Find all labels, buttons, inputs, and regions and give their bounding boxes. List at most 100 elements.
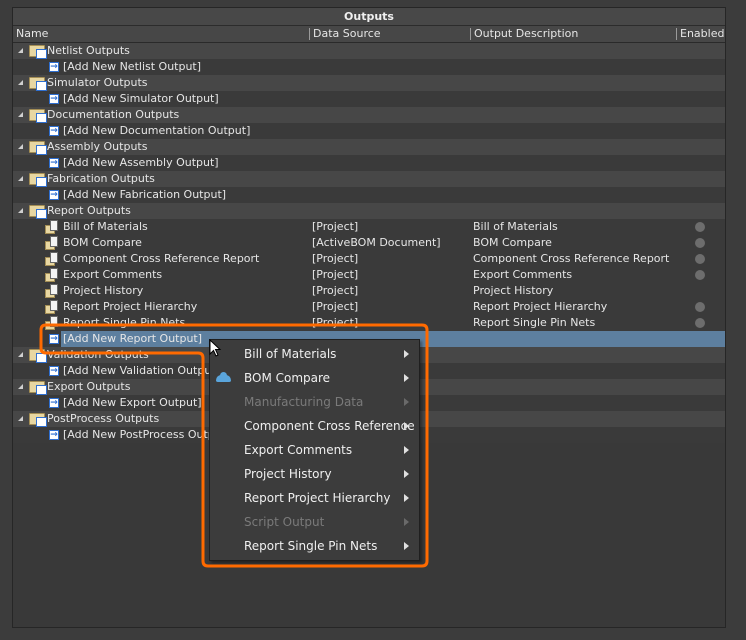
add-output-row[interactable]: → [Add New Documentation Output] <box>13 123 725 139</box>
output-item[interactable]: Export Comments [Project] Export Comments <box>13 267 725 283</box>
menu-item-report-project-hierarchy[interactable]: Report Project Hierarchy <box>210 486 419 510</box>
menu-item-label: Export Comments <box>244 443 353 457</box>
expand-triangle-icon[interactable] <box>18 208 23 213</box>
column-output-description[interactable]: Output Description <box>470 28 578 40</box>
output-data-source: [Project] <box>312 316 359 329</box>
expand-triangle-icon[interactable] <box>18 80 23 85</box>
submenu-arrow-icon <box>404 350 409 358</box>
enabled-toggle[interactable] <box>695 222 705 232</box>
add-icon: → <box>49 62 59 72</box>
expand-triangle-icon[interactable] <box>18 384 23 389</box>
group-label: Netlist Outputs <box>47 44 130 57</box>
output-name: Export Comments <box>63 268 163 281</box>
menu-item-bill-of-materials[interactable]: Bill of Materials <box>210 342 419 366</box>
menu-item-export-comments[interactable]: Export Comments <box>210 438 419 462</box>
folder-icon <box>29 349 47 363</box>
add-output-row[interactable]: → [Add New Fabrication Output] <box>13 187 725 203</box>
submenu-arrow-icon <box>404 542 409 550</box>
column-data-source[interactable]: Data Source <box>309 28 381 40</box>
report-document-icon <box>45 300 59 314</box>
add-icon: → <box>49 126 59 136</box>
menu-item-label: Component Cross Reference <box>244 419 415 433</box>
output-data-source: [Project] <box>312 284 359 297</box>
output-name: Project History <box>63 284 144 297</box>
output-item[interactable]: Report Single Pin Nets [Project] Report Si… <box>13 315 725 331</box>
submenu-arrow-icon <box>404 470 409 478</box>
output-description: Project History <box>473 284 554 297</box>
output-item[interactable]: Project History [Project] Project History <box>13 283 725 299</box>
output-item[interactable]: Component Cross Reference Report [Project… <box>13 251 725 267</box>
output-data-source: [Project] <box>312 252 359 265</box>
menu-item-manufacturing-data: Manufacturing Data <box>210 390 419 414</box>
output-name: Report Project Hierarchy <box>63 300 198 313</box>
output-item[interactable]: BOM Compare [ActiveBOM Document] BOM Compa… <box>13 235 725 251</box>
report-document-icon <box>45 252 59 266</box>
output-description: Report Single Pin Nets <box>473 316 596 329</box>
expand-triangle-icon[interactable] <box>18 176 23 181</box>
add-output-label: [Add New Report Output] <box>63 332 203 345</box>
add-icon: → <box>49 190 59 200</box>
enabled-toggle[interactable] <box>695 318 705 328</box>
folder-icon <box>29 413 47 427</box>
add-output-label: [Add New Assembly Output] <box>63 156 219 169</box>
tree-group-2[interactable]: Documentation Outputs <box>13 107 725 123</box>
add-output-label: [Add New PostProcess Output] <box>63 428 231 441</box>
expand-triangle-icon[interactable] <box>18 144 23 149</box>
group-label: Simulator Outputs <box>47 76 148 89</box>
menu-item-component-cross-reference[interactable]: Component Cross Reference <box>210 414 419 438</box>
add-output-label: [Add New Validation Output] <box>63 364 220 377</box>
add-icon: → <box>49 334 59 344</box>
add-output-label: [Add New Export Output] <box>63 396 202 409</box>
submenu-arrow-icon <box>404 494 409 502</box>
tree-group-3[interactable]: Assembly Outputs <box>13 139 725 155</box>
tree-group-5[interactable]: Report Outputs <box>13 203 725 219</box>
panel-title: Outputs <box>13 8 725 26</box>
folder-icon <box>29 45 47 59</box>
output-name: BOM Compare <box>63 236 142 249</box>
report-document-icon <box>45 236 59 250</box>
enabled-toggle[interactable] <box>695 238 705 248</box>
expand-triangle-icon[interactable] <box>18 48 23 53</box>
expand-triangle-icon[interactable] <box>18 416 23 421</box>
add-output-label: [Add New Documentation Output] <box>63 124 251 137</box>
menu-item-bom-compare[interactable]: BOM Compare <box>210 366 419 390</box>
enabled-toggle[interactable] <box>695 254 705 264</box>
menu-item-project-history[interactable]: Project History <box>210 462 419 486</box>
expand-triangle-icon[interactable] <box>18 352 23 357</box>
column-enabled[interactable]: Enabled <box>676 28 724 40</box>
expand-triangle-icon[interactable] <box>18 112 23 117</box>
tree-group-4[interactable]: Fabrication Outputs <box>13 171 725 187</box>
output-item[interactable]: Bill of Materials [Project] Bill of Materi… <box>13 219 725 235</box>
add-icon: → <box>49 366 59 376</box>
folder-icon <box>29 173 47 187</box>
group-label: Validation Outputs <box>47 348 149 361</box>
add-icon: → <box>49 430 59 440</box>
output-description: Bill of Materials <box>473 220 558 233</box>
group-label: Assembly Outputs <box>47 140 148 153</box>
output-name: Report Single Pin Nets <box>63 316 186 329</box>
output-data-source: [ActiveBOM Document] <box>312 236 441 249</box>
menu-item-report-single-pin-nets[interactable]: Report Single Pin Nets <box>210 534 419 558</box>
menu-item-label: Report Single Pin Nets <box>244 539 378 553</box>
context-menu: Bill of Materials BOM Compare Manufacturin… <box>209 339 420 561</box>
output-description: BOM Compare <box>473 236 552 249</box>
group-label: Documentation Outputs <box>47 108 180 121</box>
output-description: Export Comments <box>473 268 573 281</box>
output-item[interactable]: Report Project Hierarchy [Project] Report … <box>13 299 725 315</box>
menu-item-script-output: Script Output <box>210 510 419 534</box>
submenu-arrow-icon <box>404 374 409 382</box>
tree-group-0[interactable]: Netlist Outputs <box>13 43 725 59</box>
add-icon: → <box>49 94 59 104</box>
folder-icon <box>29 141 47 155</box>
add-output-row[interactable]: → [Add New Simulator Output] <box>13 91 725 107</box>
enabled-toggle[interactable] <box>695 302 705 312</box>
column-name[interactable]: Name <box>13 28 48 40</box>
report-document-icon <box>45 220 59 234</box>
add-output-row[interactable]: → [Add New Assembly Output] <box>13 155 725 171</box>
report-document-icon <box>45 268 59 282</box>
cloud-icon <box>216 372 231 382</box>
tree-group-1[interactable]: Simulator Outputs <box>13 75 725 91</box>
submenu-arrow-icon <box>404 446 409 454</box>
add-output-row[interactable]: → [Add New Netlist Output] <box>13 59 725 75</box>
enabled-toggle[interactable] <box>695 270 705 280</box>
